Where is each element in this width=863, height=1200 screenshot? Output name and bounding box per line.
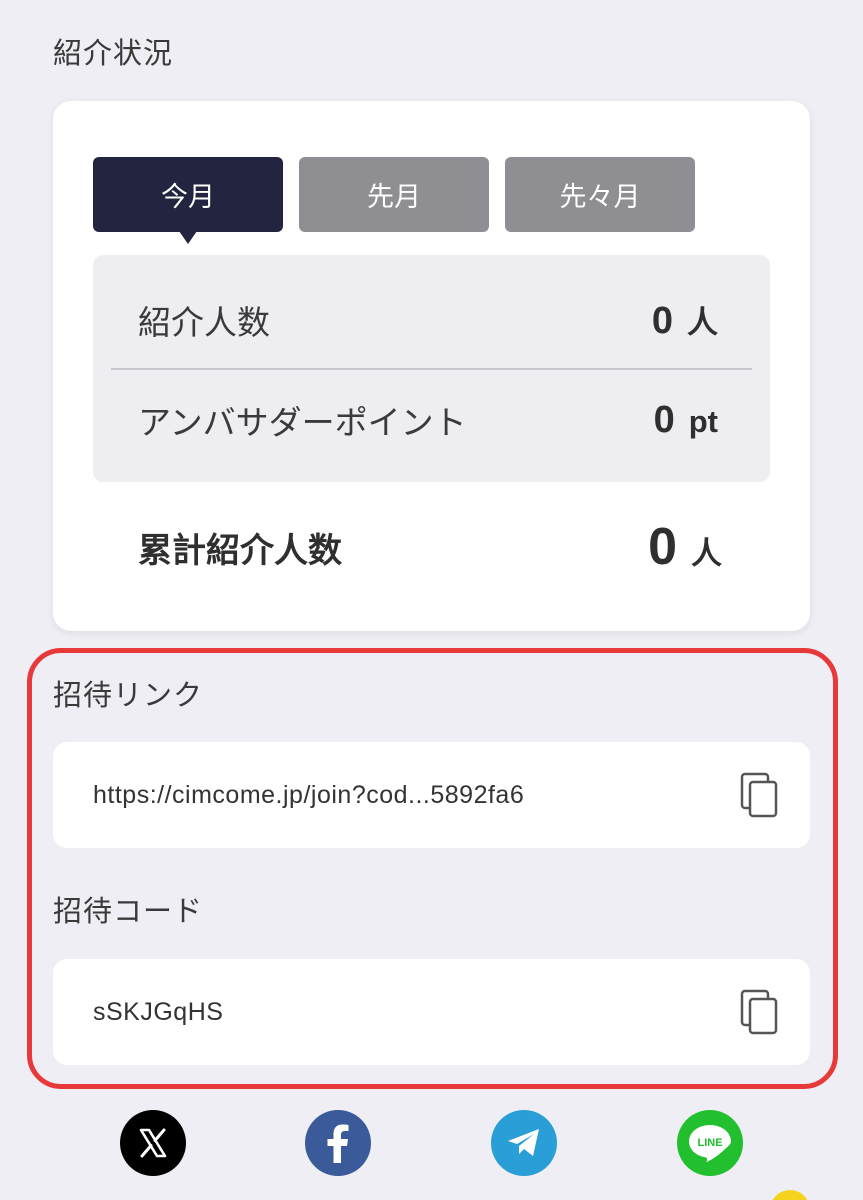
invite-link-title: 招待リンク [53, 678, 204, 712]
total-referrals-number: 0 [648, 518, 677, 576]
invite-code-text[interactable]: sSKJGqHS [93, 998, 223, 1027]
ambassador-points-label: アンバサダーポイント [138, 403, 467, 442]
total-referrals-label: 累計紹介人数 [138, 530, 342, 571]
referral-status-card: 今月 先月 先々月 紹介人数 0 人 アンバサダーポイント 0 pt 累計紹介人… [53, 101, 810, 631]
invite-code-field[interactable]: sSKJGqHS [53, 959, 810, 1065]
facebook-icon [327, 1124, 349, 1163]
ambassador-points-value: 0 pt [654, 399, 718, 442]
tab-last-month[interactable]: 先月 [299, 157, 489, 232]
invite-link-field[interactable]: https://cimcome.jp/join?cod...5892fa6 [53, 742, 810, 848]
stats-divider [111, 368, 752, 370]
ambassador-points-unit: pt [688, 403, 718, 439]
share-facebook-button[interactable] [305, 1110, 371, 1176]
referral-count-number: 0 [651, 300, 673, 342]
referral-count-label: 紹介人数 [138, 303, 270, 342]
ambassador-points-row: アンバサダーポイント 0 pt [138, 395, 718, 445]
invite-link-text[interactable]: https://cimcome.jp/join?cod...5892fa6 [93, 781, 524, 810]
share-x-button[interactable] [120, 1110, 186, 1176]
line-icon: LINE [689, 1125, 731, 1162]
telegram-icon [508, 1129, 539, 1156]
share-buttons-row: LINE [0, 1110, 863, 1176]
invite-code-title: 招待コード [53, 894, 204, 928]
period-tabs: 今月 先月 先々月 [93, 157, 695, 244]
line-label: LINE [697, 1137, 722, 1149]
referral-count-row: 紹介人数 0 人 [138, 295, 718, 345]
total-referrals-value: 0 人 [648, 517, 722, 577]
share-line-button[interactable]: LINE [677, 1110, 743, 1176]
monthly-stats-box: 紹介人数 0 人 アンバサダーポイント 0 pt [93, 255, 770, 482]
ambassador-points-number: 0 [653, 398, 675, 441]
total-referrals-row: 累計紹介人数 0 人 [138, 517, 722, 577]
referral-count-value: 0 人 [652, 297, 718, 343]
copy-icon[interactable] [740, 989, 780, 1035]
tab-this-month[interactable]: 今月 [93, 157, 283, 244]
copy-icon[interactable] [740, 772, 780, 818]
total-referrals-unit: 人 [691, 536, 722, 571]
tab-two-months-ago[interactable]: 先々月 [505, 157, 695, 232]
floating-help-button[interactable] [770, 1190, 810, 1200]
referral-status-title: 紹介状況 [53, 36, 174, 70]
share-telegram-button[interactable] [491, 1110, 557, 1176]
x-icon [139, 1128, 167, 1158]
referral-count-unit: 人 [687, 305, 718, 340]
